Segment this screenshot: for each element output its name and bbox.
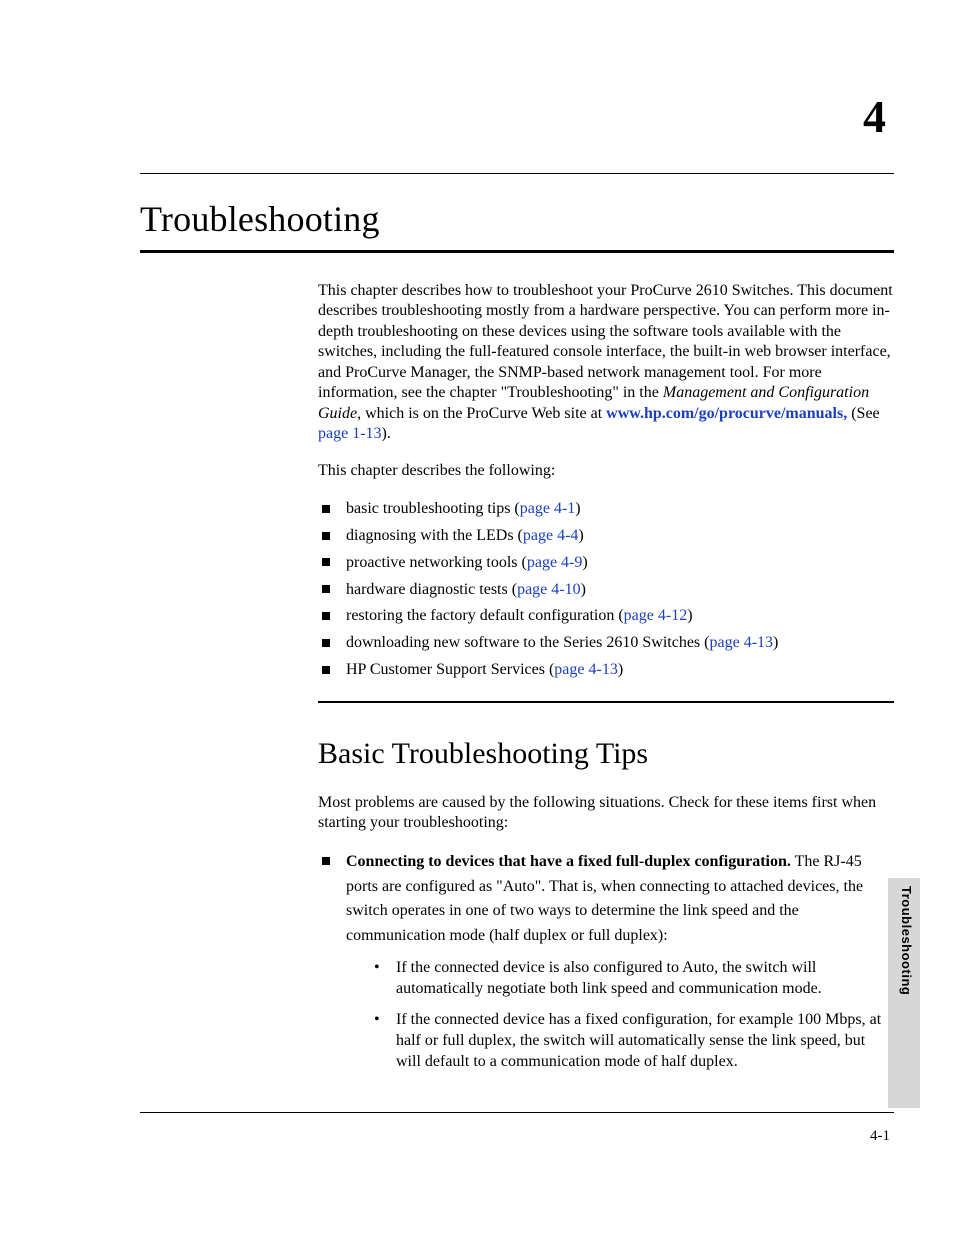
intro-page-ref[interactable]: page 1-13 <box>318 425 382 442</box>
toc-item: diagnosing with the LEDs (page 4-4) <box>318 524 894 549</box>
chapter-title: Troubleshooting <box>140 198 894 240</box>
toc-text: downloading new software to the Series 2… <box>346 634 709 651</box>
chapter-toc-list: basic troubleshooting tips (page 4-1) di… <box>318 497 894 683</box>
toc-tail: ) <box>575 500 580 517</box>
toc-tail: ) <box>581 581 586 598</box>
troubleshooting-list: Connecting to devices that have a fixed … <box>318 850 894 1073</box>
section-rule <box>318 701 894 703</box>
toc-text: basic troubleshooting tips ( <box>346 500 520 517</box>
intro-url-link[interactable]: www.hp.com/go/procurve/manuals, <box>606 405 847 422</box>
intro-list-lead: This chapter describes the following: <box>318 461 894 481</box>
toc-link[interactable]: page 4-1 <box>520 500 576 517</box>
toc-item: proactive networking tools (page 4-9) <box>318 551 894 576</box>
intro-paragraph: This chapter describes how to troublesho… <box>318 281 894 445</box>
toc-tail: ) <box>618 661 623 678</box>
sub-item: If the connected device is also configur… <box>372 957 894 999</box>
sub-list: If the connected device is also configur… <box>372 957 894 1073</box>
toc-text: proactive networking tools ( <box>346 554 527 571</box>
list-item: Connecting to devices that have a fixed … <box>318 850 894 1073</box>
page-number: 4-1 <box>870 1128 890 1145</box>
toc-item: hardware diagnostic tests (page 4-10) <box>318 578 894 603</box>
rule-top <box>140 173 894 174</box>
sub-item: If the connected device has a fixed conf… <box>372 1009 894 1072</box>
toc-item: HP Customer Support Services (page 4-13) <box>318 658 894 683</box>
item-lead: Connecting to devices that have a fixed … <box>346 853 791 870</box>
toc-item: restoring the factory default configurat… <box>318 604 894 629</box>
toc-link[interactable]: page 4-10 <box>517 581 581 598</box>
rule-heavy <box>140 250 894 253</box>
toc-link[interactable]: page 4-13 <box>709 634 773 651</box>
toc-tail: ) <box>773 634 778 651</box>
toc-text: hardware diagnostic tests ( <box>346 581 517 598</box>
toc-text: restoring the factory default configurat… <box>346 607 624 624</box>
toc-link[interactable]: page 4-13 <box>554 661 618 678</box>
chapter-number: 4 <box>140 90 886 143</box>
toc-tail: ) <box>578 527 583 544</box>
toc-text: diagnosing with the LEDs ( <box>346 527 523 544</box>
toc-item: basic troubleshooting tips (page 4-1) <box>318 497 894 522</box>
footer-rule <box>140 1112 894 1113</box>
toc-link[interactable]: page 4-12 <box>624 607 688 624</box>
toc-tail: ) <box>687 607 692 624</box>
toc-item: downloading new software to the Series 2… <box>318 631 894 656</box>
intro-text-c: (See <box>847 405 879 422</box>
intro-text-b: , which is on the ProCurve Web site at <box>357 405 606 422</box>
toc-link[interactable]: page 4-4 <box>523 527 579 544</box>
intro-text-d: ). <box>382 425 391 442</box>
section-intro: Most problems are caused by the followin… <box>318 793 894 834</box>
toc-tail: ) <box>582 554 587 571</box>
toc-text: HP Customer Support Services ( <box>346 661 554 678</box>
section-title: Basic Troubleshooting Tips <box>318 737 894 771</box>
toc-link[interactable]: page 4-9 <box>527 554 583 571</box>
side-tab-label: Troubleshooting <box>894 886 914 995</box>
